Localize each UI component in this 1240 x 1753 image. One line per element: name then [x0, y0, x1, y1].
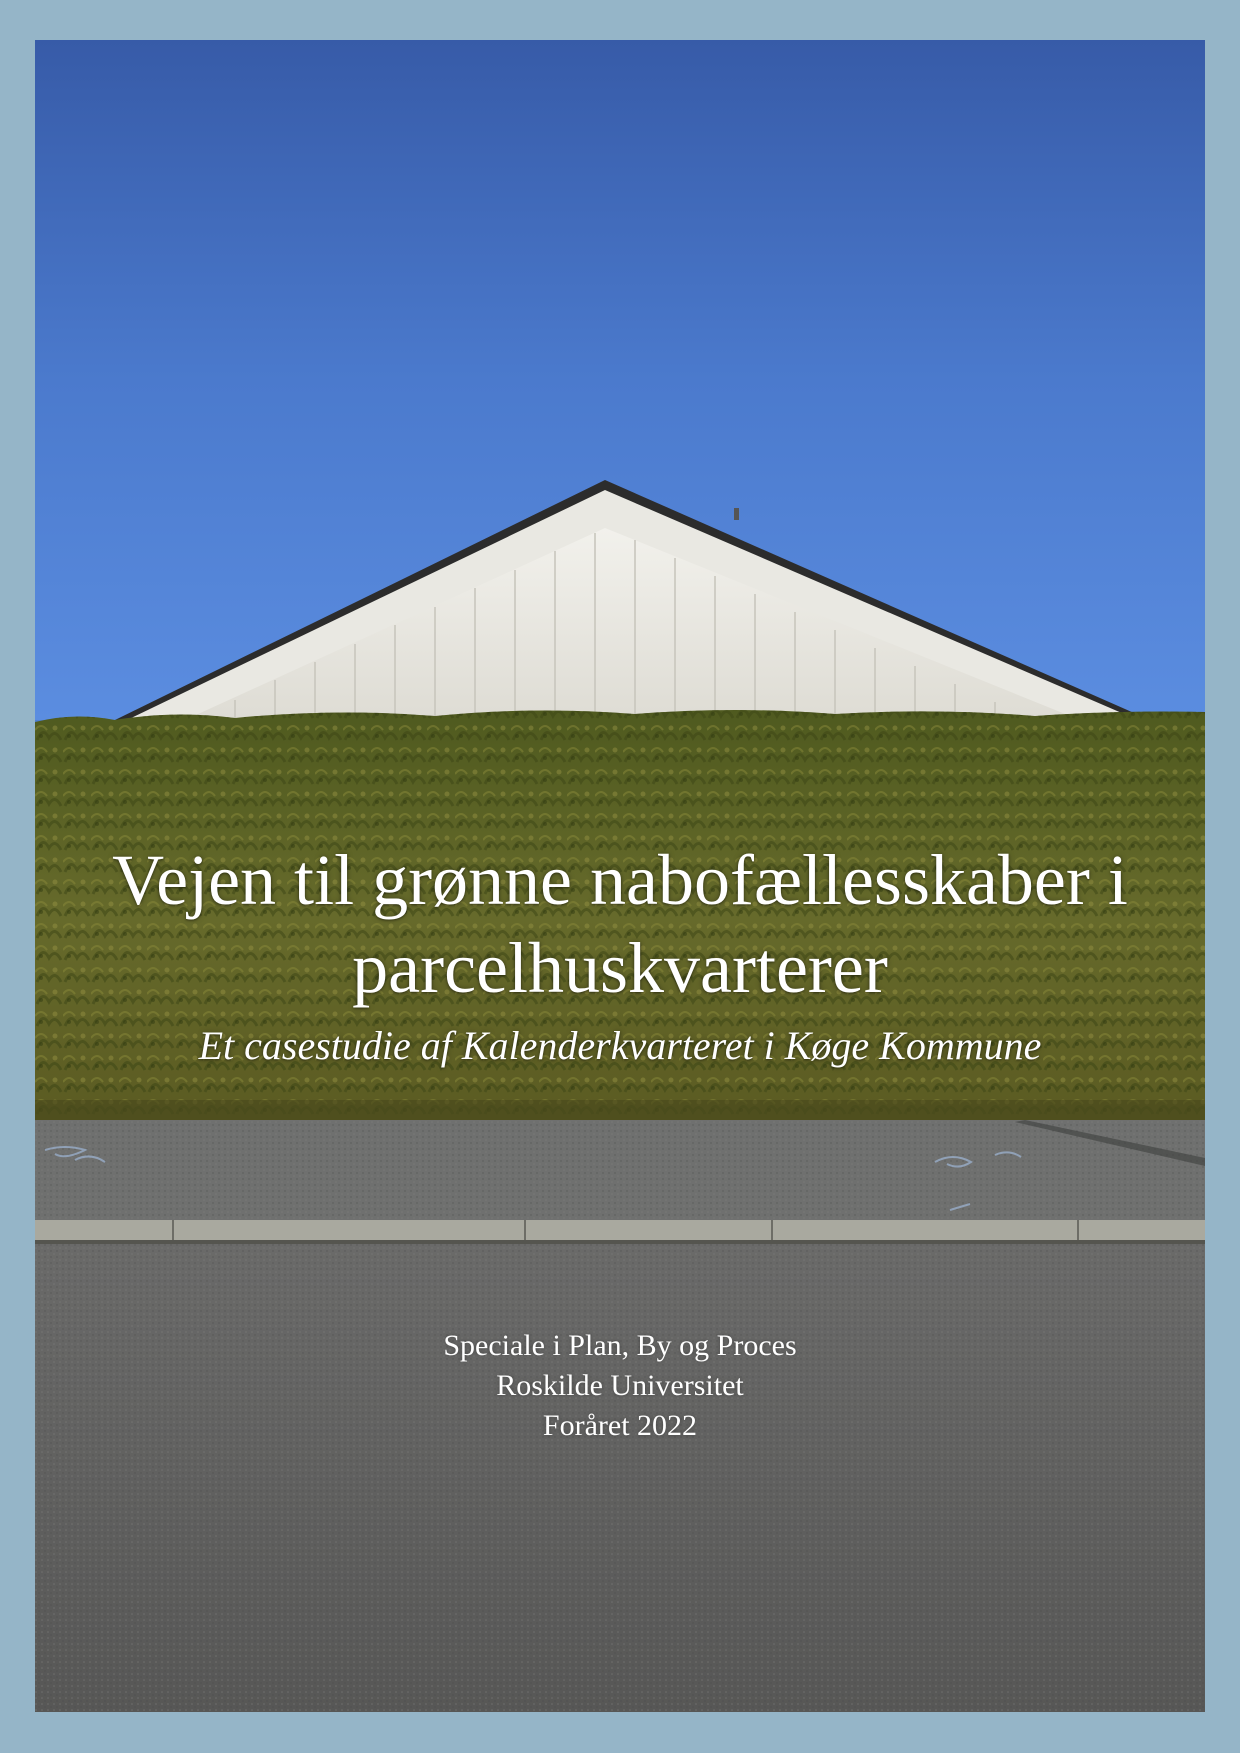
- program-name: Speciale i Plan, By og Proces: [443, 1329, 797, 1362]
- university-name: Roskilde Universitet: [496, 1369, 744, 1402]
- cover-title-line-2: parcelhuskvarterer: [352, 928, 888, 1008]
- cover-title-line-1: Vejen til grønne nabofællesskaber i: [112, 840, 1128, 920]
- cover-subtitle: Et casestudie af Kalenderkvarteret i Køg…: [198, 1023, 1042, 1068]
- cover-title-block: Vejen til grønne nabofællesskaber i parc…: [35, 836, 1205, 1074]
- cover-title: Vejen til grønne nabofællesskaber i parc…: [35, 836, 1205, 1012]
- cover-meta-block: Speciale i Plan, By og Proces Roskilde U…: [35, 1326, 1205, 1446]
- semester-label: Foråret 2022: [542, 1409, 698, 1442]
